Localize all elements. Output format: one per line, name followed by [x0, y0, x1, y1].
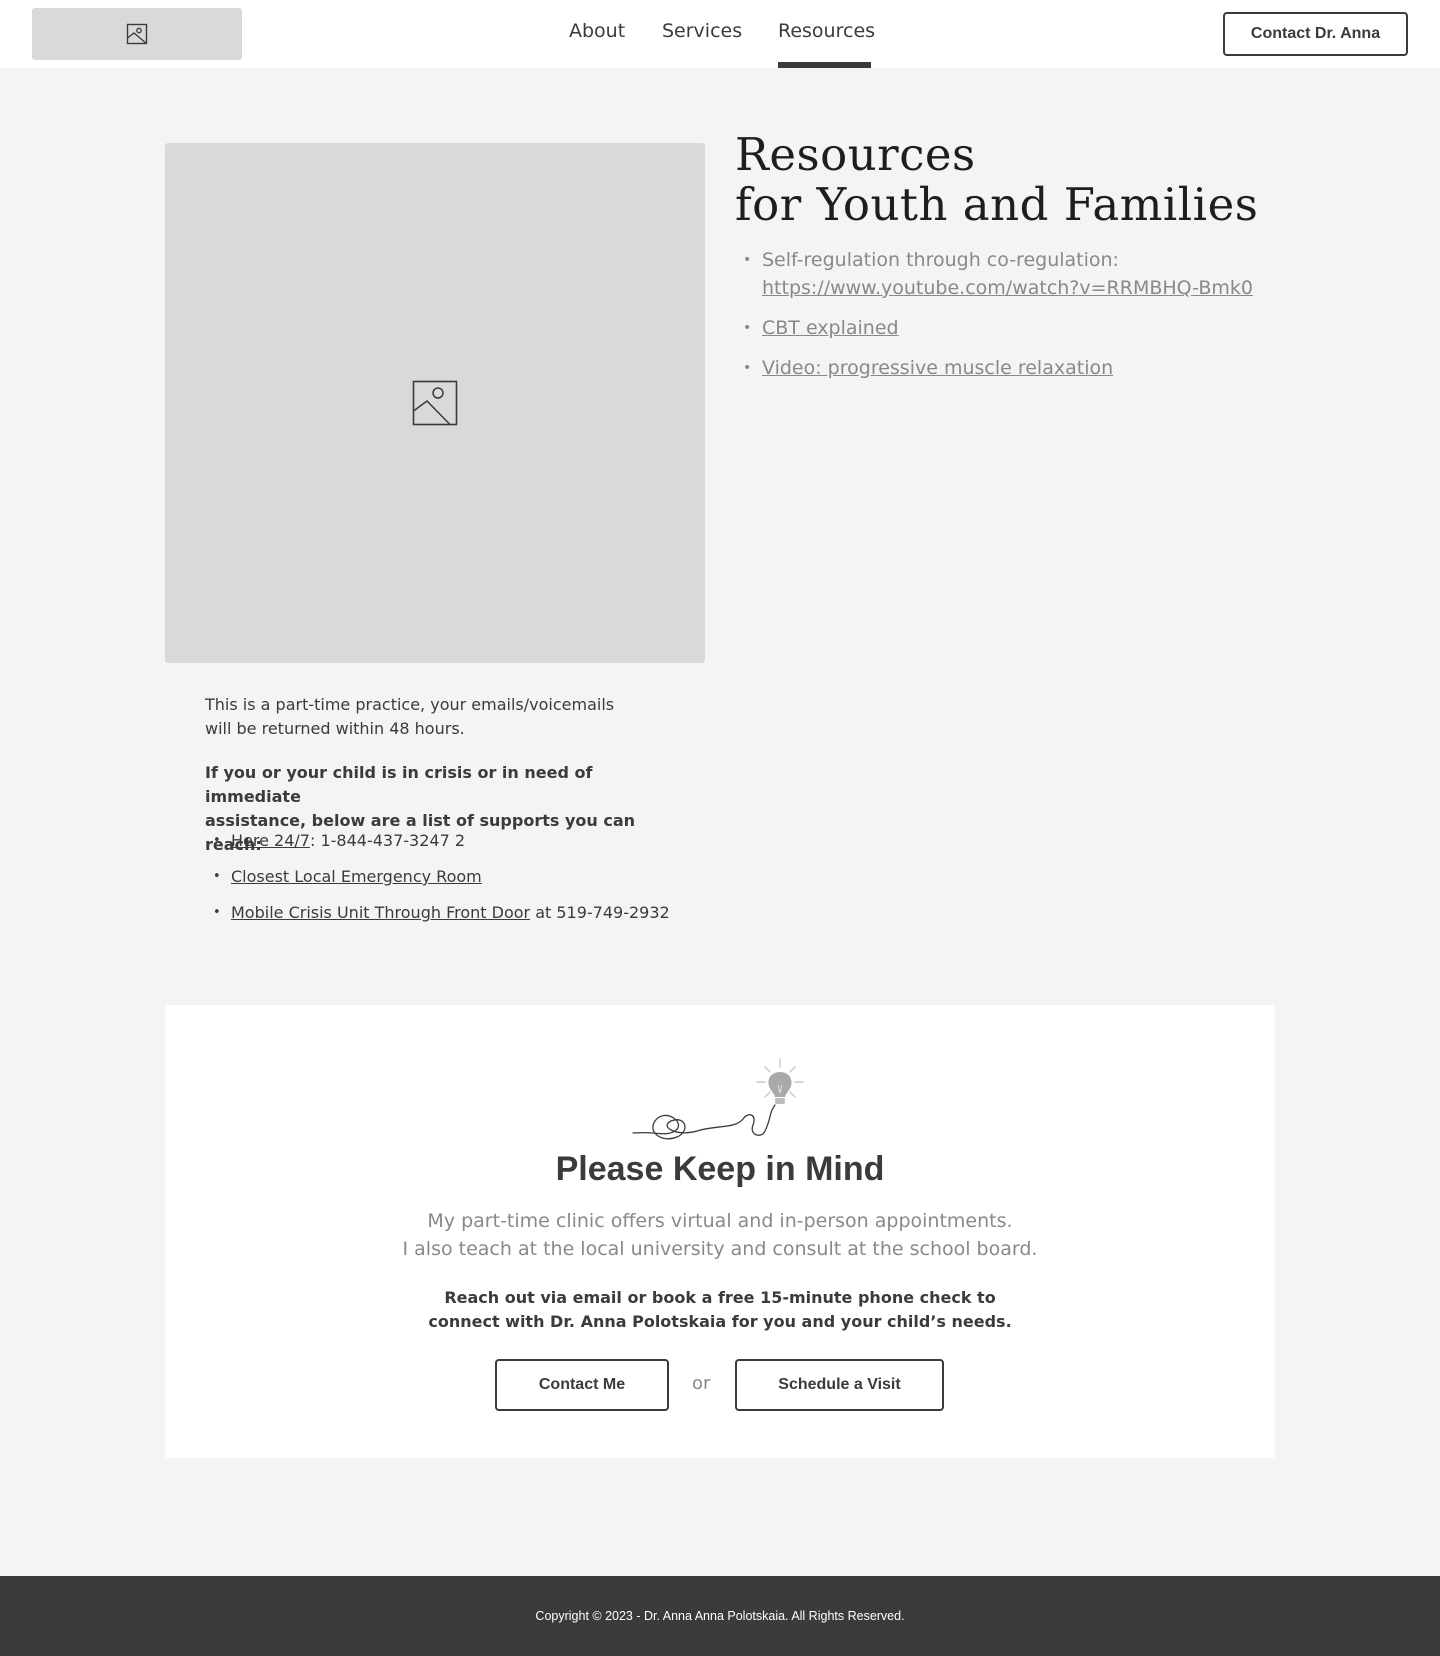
image-placeholder-icon	[126, 23, 148, 45]
resource-link-pmr-video[interactable]: Video: progressive muscle relaxation	[762, 357, 1113, 379]
lightbulb-scribble-icon	[632, 1058, 804, 1140]
practice-note: This is a part-time practice, your email…	[205, 693, 685, 741]
keep-in-mind-cta-line2: connect with Dr. Anna Polotskaia for you…	[428, 1312, 1012, 1331]
keep-in-mind-text-line2: I also teach at the local university and…	[402, 1238, 1038, 1260]
resources-title-line2: for Youth and Families	[735, 178, 1259, 231]
or-separator: or	[692, 1373, 711, 1394]
resource-link-cbt[interactable]: CBT explained	[762, 317, 899, 339]
keep-in-mind-text: My part-time clinic offers virtual and i…	[165, 1207, 1275, 1263]
keep-in-mind-title: Please Keep in Mind	[555, 1150, 885, 1188]
keep-in-mind-cta-text: Reach out via email or book a free 15-mi…	[165, 1286, 1275, 1334]
support-phone: : 1-844-437-3247 2	[309, 831, 466, 850]
practice-note-line2: will be returned within 48 hours.	[205, 719, 465, 738]
resources-title: Resources for Youth and Families	[735, 130, 1375, 230]
support-item: Mobile Crisis Unit Through Front Door at…	[213, 901, 733, 925]
image-placeholder-icon	[412, 380, 458, 426]
crisis-support-list: Here 24/7: 1-844-437-3247 2 Closest Loca…	[213, 829, 733, 937]
practice-note-line1: This is a part-time practice, your email…	[205, 695, 615, 714]
site-footer: Copyright © 2023 - Dr. Anna Anna Polotsk…	[0, 1576, 1440, 1656]
keep-in-mind-card: Please Keep in Mind My part-time clinic …	[165, 1005, 1275, 1458]
copyright-text: Copyright © 2023 - Dr. Anna Anna Polotsk…	[535, 1609, 905, 1623]
resource-item: Self-regulation through co-regulation: h…	[743, 246, 1423, 302]
site-logo[interactable]	[32, 8, 242, 60]
hero-image-placeholder	[165, 143, 705, 663]
site-header: About Services Resources Contact Dr. Ann…	[0, 0, 1440, 68]
resources-title-line1: Resources	[735, 128, 976, 181]
resource-item: CBT explained	[743, 314, 1423, 342]
crisis-heading-line1: If you or your child is in crisis or in …	[205, 763, 593, 806]
nav-about[interactable]: About	[569, 20, 625, 42]
resources-list: Self-regulation through co-regulation: h…	[743, 246, 1423, 394]
resource-item: Video: progressive muscle relaxation	[743, 354, 1423, 382]
nav-services[interactable]: Services	[662, 20, 742, 42]
schedule-visit-button[interactable]: Schedule a Visit	[735, 1359, 944, 1411]
resource-link-coregulation[interactable]: https://www.youtube.com/watch?v=RRMBHQ-B…	[762, 277, 1253, 299]
support-phone: at 519-749-2932	[530, 903, 670, 922]
support-item: Here 24/7: 1-844-437-3247 2	[213, 829, 733, 853]
keep-in-mind-text-line1: My part-time clinic offers virtual and i…	[427, 1210, 1013, 1232]
support-link-emergency-room[interactable]: Closest Local Emergency Room	[231, 867, 482, 886]
nav-active-indicator	[778, 62, 871, 68]
contact-me-button[interactable]: Contact Me	[495, 1359, 669, 1411]
support-link-here247[interactable]: Here 24/7	[231, 831, 310, 850]
keep-in-mind-cta-line1: Reach out via email or book a free 15-mi…	[444, 1288, 996, 1307]
support-item: Closest Local Emergency Room	[213, 865, 733, 889]
resource-label: Self-regulation through co-regulation:	[762, 249, 1119, 271]
nav-resources[interactable]: Resources	[778, 20, 875, 42]
contact-dr-anna-button[interactable]: Contact Dr. Anna	[1223, 12, 1408, 56]
support-link-mobile-crisis[interactable]: Mobile Crisis Unit Through Front Door	[231, 903, 530, 922]
